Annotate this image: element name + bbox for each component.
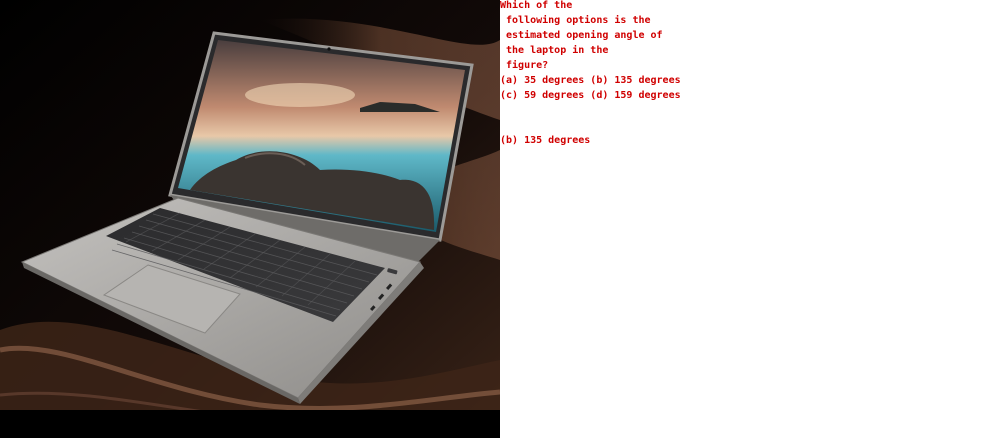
webcam-icon [327,47,331,51]
bottom-band [0,410,500,438]
question-line: Which of the [500,0,573,11]
question-line: figure? [500,60,549,71]
options-line: (a) 35 degrees (b) 135 degrees [500,75,681,86]
screen-sun-glow [245,83,355,107]
question-line: the laptop in the [500,45,609,56]
answer-text: (b) 135 degrees [500,135,591,146]
options-line: (c) 59 degrees (d) 159 degrees [500,90,681,101]
question-panel: Which of the following options is the es… [500,0,1000,438]
question-line: estimated opening angle of [500,30,663,41]
question-line: following options is the [500,15,651,26]
laptop-illustration [0,0,500,438]
laptop-photo [0,0,500,438]
